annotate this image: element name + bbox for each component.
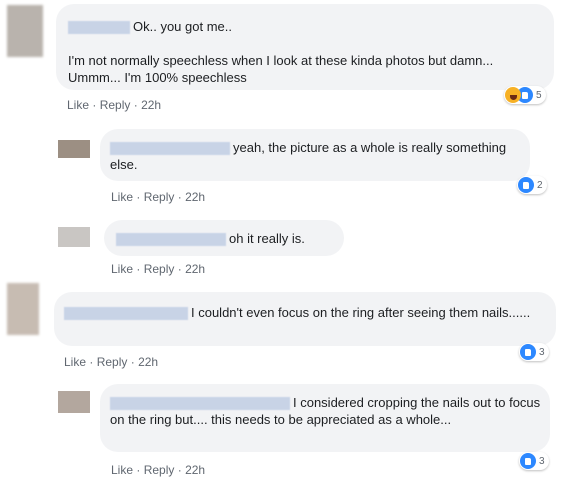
reply-link[interactable]: Reply: [97, 355, 128, 369]
separator: ·: [89, 355, 94, 369]
comment-text: Ok.. you got me..: [68, 18, 548, 35]
comment-body: I couldn't even focus on the ring after …: [191, 305, 531, 320]
timestamp[interactable]: 22h: [185, 190, 205, 204]
comment-text: I couldn't even focus on the ring after …: [64, 304, 550, 321]
comment-text: I considered cropping the nails out to f…: [110, 394, 546, 428]
comment-actions: Like · Reply · 22h: [67, 98, 161, 112]
comment-text: oh it really is.: [116, 230, 346, 247]
comment-actions: Like · Reply · 22h: [111, 190, 205, 204]
like-link[interactable]: Like: [67, 98, 89, 112]
like-reaction-icon: [520, 453, 536, 469]
separator: ·: [177, 262, 182, 276]
avatar[interactable]: [58, 140, 90, 158]
like-reaction-icon: [518, 177, 534, 193]
separator: ·: [136, 463, 141, 477]
timestamp[interactable]: 22h: [141, 98, 161, 112]
separator: ·: [130, 355, 135, 369]
commenter-name-redacted[interactable]: [110, 142, 230, 156]
reply-link[interactable]: Reply: [144, 463, 175, 477]
separator: ·: [136, 262, 141, 276]
reaction-summary[interactable]: 3: [519, 452, 549, 470]
separator: ·: [136, 190, 141, 204]
timestamp[interactable]: 22h: [185, 262, 205, 276]
comment-bubble: I considered cropping the nails out to f…: [100, 384, 550, 452]
comment-bubble: yeah, the picture as a whole is really s…: [100, 129, 530, 181]
commenter-name-redacted[interactable]: [110, 397, 290, 411]
reaction-summary[interactable]: 5: [504, 86, 546, 104]
commenter-name-redacted[interactable]: [68, 21, 130, 35]
like-link[interactable]: Like: [64, 355, 86, 369]
separator: ·: [177, 463, 182, 477]
reaction-summary[interactable]: 2: [517, 176, 547, 194]
commenter-name-redacted[interactable]: [64, 307, 188, 321]
comment-body: I'm not normally speechless when I look …: [68, 53, 494, 85]
reaction-count: 2: [537, 179, 543, 191]
comment-text: yeah, the picture as a whole is really s…: [110, 139, 510, 173]
commenter-name-redacted[interactable]: [116, 233, 226, 247]
separator: ·: [177, 190, 182, 204]
comment-actions: Like · Reply · 22h: [111, 262, 205, 276]
reply-link[interactable]: Reply: [100, 98, 131, 112]
timestamp[interactable]: 22h: [138, 355, 158, 369]
separator: ·: [92, 98, 97, 112]
like-link[interactable]: Like: [111, 262, 133, 276]
avatar[interactable]: [58, 227, 90, 247]
like-link[interactable]: Like: [111, 463, 133, 477]
avatar[interactable]: [58, 391, 90, 413]
comment-first-line: Ok.. you got me..: [133, 19, 232, 34]
comment-actions: Like · Reply · 22h: [111, 463, 205, 477]
like-link[interactable]: Like: [111, 190, 133, 204]
like-reaction-icon: [520, 344, 536, 360]
comment-bubble: Ok.. you got me.. I'm not normally speec…: [56, 4, 554, 90]
reply-link[interactable]: Reply: [144, 190, 175, 204]
avatar[interactable]: [7, 5, 43, 57]
haha-reaction-icon: [505, 87, 521, 103]
comment-body: oh it really is.: [229, 231, 305, 246]
comment-actions: Like · Reply · 22h: [64, 355, 158, 369]
avatar[interactable]: [7, 283, 39, 335]
reply-link[interactable]: Reply: [144, 262, 175, 276]
separator: ·: [133, 98, 138, 112]
reaction-count: 3: [539, 346, 545, 358]
timestamp[interactable]: 22h: [185, 463, 205, 477]
reaction-count: 5: [536, 89, 542, 101]
reaction-count: 3: [539, 455, 545, 467]
comment-bubble: oh it really is.: [104, 220, 344, 256]
comment-bubble: I couldn't even focus on the ring after …: [54, 292, 556, 346]
reaction-summary[interactable]: 3: [519, 343, 549, 361]
